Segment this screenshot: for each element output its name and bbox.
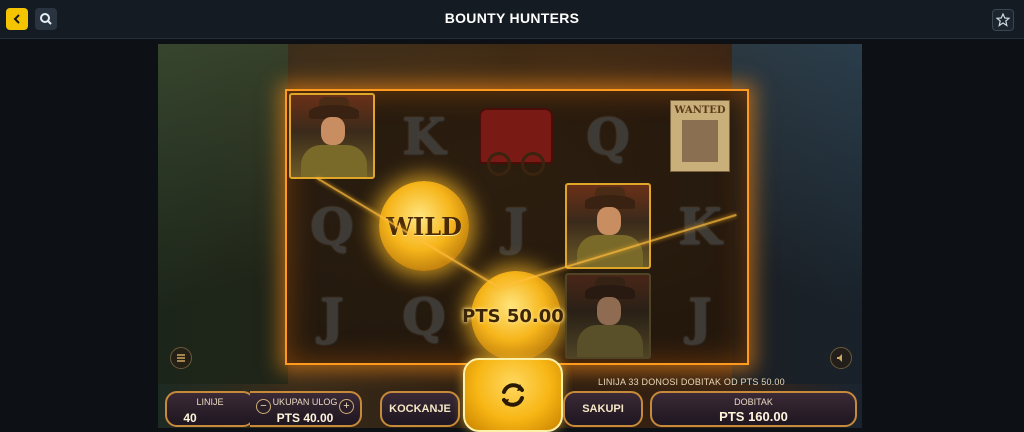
win-panel: DOBITAK PTS 160.00: [650, 391, 857, 427]
reel-symbol-j: J: [320, 286, 344, 346]
reel-symbol-j: J: [504, 196, 528, 256]
star-icon: [996, 13, 1010, 27]
win-message: LINIJA 33 DONOSI DOBITAK OD PTS 50.00: [598, 377, 785, 387]
reel-symbol-k: K: [402, 106, 446, 166]
spin-button[interactable]: [463, 358, 563, 432]
bounty-hunter-icon: [565, 183, 651, 269]
reel-symbol-wanted-poster: WANTED: [655, 91, 745, 181]
reel-symbol-hunter: [563, 181, 653, 271]
reel-symbol-hunter: [287, 91, 377, 181]
reel-symbol-wild: WILD: [379, 181, 469, 271]
stagecoach-icon: [479, 108, 553, 176]
wild-coin-icon: WILD: [379, 181, 469, 271]
reel-symbol-q: Q: [586, 106, 630, 166]
stake-panel: − UKUPAN ULOG PTS 40.00 +: [250, 391, 362, 427]
collect-button[interactable]: SAKUPI: [563, 391, 643, 427]
stake-plus-button[interactable]: +: [339, 399, 354, 414]
win-value: PTS 160.00: [719, 409, 788, 424]
collect-label: SAKUPI: [582, 403, 624, 415]
favorite-button[interactable]: [992, 9, 1014, 31]
lines-value: 40: [183, 411, 197, 425]
gamble-label: KOCKANJE: [389, 403, 451, 415]
reel-symbol-q: Q: [310, 196, 354, 256]
saloon-staircase-left: [158, 44, 288, 384]
sound-button[interactable]: [830, 347, 852, 369]
lines-panel: LINIJE 40: [165, 391, 255, 427]
top-bar: BOUNTY HUNTERS: [0, 0, 1024, 39]
win-label: DOBITAK: [734, 397, 773, 407]
lines-label: LINIJE: [196, 397, 224, 407]
bounty-hunter-icon: [565, 273, 651, 359]
coin-win-amount: PTS 50.00: [462, 306, 564, 327]
reel-symbol-stagecoach: [471, 91, 561, 181]
menu-icon: [177, 354, 185, 362]
bounty-hunter-icon: [289, 93, 375, 179]
reel-symbol-j: J: [688, 286, 712, 346]
gamble-button[interactable]: KOCKANJE: [380, 391, 460, 427]
speaker-icon: [837, 354, 842, 362]
saloon-staircase-right: [732, 44, 862, 384]
refresh-icon: [502, 383, 524, 407]
page-title: BOUNTY HUNTERS: [444, 10, 580, 26]
reel-symbol-hunter: [563, 271, 653, 361]
wanted-poster-icon: WANTED: [670, 100, 730, 172]
menu-button[interactable]: [170, 347, 192, 369]
